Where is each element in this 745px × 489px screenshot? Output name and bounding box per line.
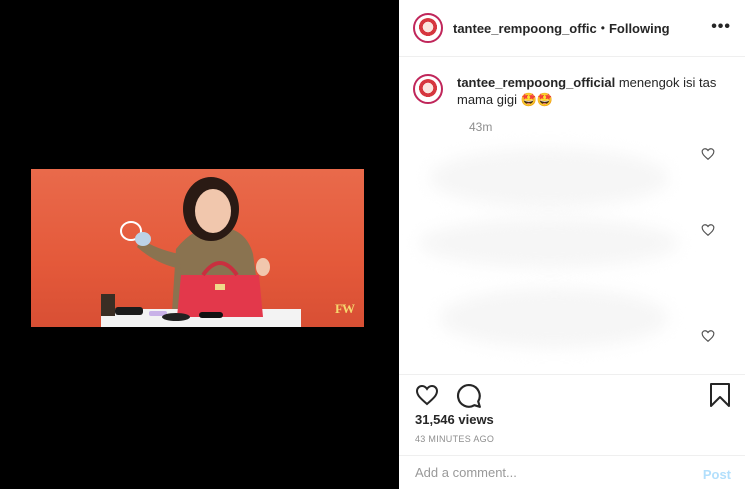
views-count[interactable]: 31,546 views — [415, 412, 494, 427]
caption: tantee_rempoong_official menengok isi ta… — [413, 74, 717, 108]
avatar[interactable] — [413, 13, 443, 43]
post-actions: 31,546 views 43 MINUTES AGO — [399, 374, 745, 454]
following-button[interactable]: Following — [609, 21, 670, 36]
comment-like-heart-icon[interactable] — [701, 223, 715, 237]
media-area: FW — [0, 0, 399, 489]
bookmark-icon[interactable] — [709, 383, 731, 407]
caption-username[interactable]: tantee_rempoong_official — [457, 75, 615, 90]
caption-text: tantee_rempoong_official menengok isi ta… — [457, 74, 717, 108]
comment-input[interactable] — [415, 465, 675, 480]
video-player[interactable]: FW — [31, 169, 364, 327]
more-options-icon[interactable]: ••• — [711, 18, 731, 36]
avatar-image — [418, 18, 438, 38]
post-panel: tantee_rempoong_offic • Following ••• ta… — [399, 0, 745, 489]
heart-icon[interactable] — [414, 383, 440, 407]
header-separator: • — [600, 21, 605, 35]
blurred-comment — [419, 218, 679, 268]
comment-like-heart-icon[interactable] — [701, 147, 715, 161]
header-username[interactable]: tantee_rempoong_offic — [453, 21, 597, 36]
caption-time: 43m — [469, 120, 493, 134]
video-frame — [101, 177, 301, 327]
comments-section[interactable]: tantee_rempoong_official menengok isi ta… — [399, 58, 745, 374]
caption-avatar[interactable] — [413, 74, 443, 104]
post-header: tantee_rempoong_offic • Following ••• — [399, 0, 745, 57]
avatar-image — [418, 79, 438, 99]
comment-icon[interactable] — [456, 383, 482, 409]
video-watermark: FW — [335, 301, 355, 316]
post-button[interactable]: Post — [703, 467, 731, 482]
blurred-comment — [439, 288, 669, 348]
posted-time: 43 MINUTES AGO — [415, 434, 495, 444]
comment-like-heart-icon[interactable] — [701, 329, 715, 343]
blurred-comment — [429, 148, 669, 208]
add-comment-bar: Post — [399, 455, 745, 489]
